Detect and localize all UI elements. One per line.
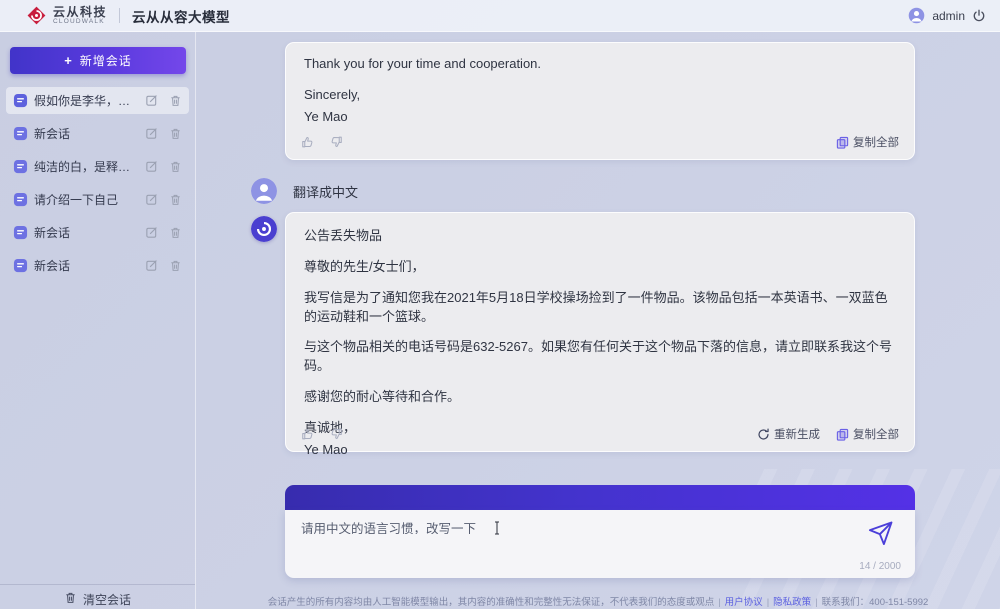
copy-all-button[interactable]: 复制全部 xyxy=(836,134,899,150)
char-counter: 14 / 2000 xyxy=(859,561,901,572)
conversation-item[interactable]: 新会话 xyxy=(6,252,189,279)
conversation-item[interactable]: 新会话 xyxy=(6,219,189,246)
send-button[interactable] xyxy=(867,519,895,547)
assistant-avatar xyxy=(251,216,277,242)
thumbs-down-icon[interactable] xyxy=(329,427,343,441)
user-avatar-icon[interactable] xyxy=(908,7,925,24)
thumbs-up-icon[interactable] xyxy=(301,427,315,441)
delete-icon[interactable] xyxy=(169,127,182,140)
footer-separator: | xyxy=(718,597,720,608)
conversation-item[interactable]: 假如你是李华，你是一... xyxy=(6,87,189,114)
conversation-item[interactable]: 新会话 xyxy=(6,120,189,147)
thumbs-down-icon[interactable] xyxy=(329,135,343,149)
cloudwalk-logo-icon xyxy=(26,5,47,26)
conversation-item[interactable]: 纯洁的白，是释路梨花... xyxy=(6,153,189,180)
conversation-title: 新会话 xyxy=(34,257,139,274)
terms-link[interactable]: 用户协议 xyxy=(725,597,763,608)
copy-icon xyxy=(836,428,849,441)
chat-icon xyxy=(13,225,28,240)
edit-icon[interactable] xyxy=(145,160,158,173)
brand-subtitle: CLOUDWALK xyxy=(53,19,107,26)
chat-area: Thank you for your time and cooperation.… xyxy=(196,32,1000,609)
brand-name: 云从科技 xyxy=(53,6,107,18)
copy-all-button[interactable]: 复制全部 xyxy=(836,426,899,442)
conversation-title: 假如你是李华，你是一... xyxy=(34,92,139,109)
footer-separator: | xyxy=(767,597,769,608)
copy-icon xyxy=(836,136,849,149)
thumbs-up-icon[interactable] xyxy=(301,135,315,149)
conversation-item[interactable]: 请介绍一下自己 xyxy=(6,186,189,213)
message-line: 尊敬的先生/女士们， xyxy=(304,258,896,277)
chat-icon xyxy=(13,159,28,174)
edit-icon[interactable] xyxy=(145,94,158,107)
message-line: Ye Mao xyxy=(304,108,896,127)
footer-disclaimer: 会话产生的所有内容均由人工智能模型输出，其内容的准确性和完整性无法保证，不代表我… xyxy=(268,597,715,608)
username[interactable]: admin xyxy=(932,9,965,23)
assistant-message-bubble: 公告丢失物品 尊敬的先生/女士们， 我写信是为了通知您我在2021年5月18日学… xyxy=(285,212,915,452)
message-line: Thank you for your time and cooperation. xyxy=(304,55,896,74)
brand: 云从科技 CLOUDWALK xyxy=(53,6,107,26)
clear-chats-button[interactable]: 清空会话 xyxy=(0,584,195,609)
message-line: 感谢您的耐心等待和合作。 xyxy=(304,388,896,407)
new-chat-label: 新增会话 xyxy=(80,52,132,69)
contact-info: 联系我们：400-151-5992 xyxy=(822,597,929,608)
clear-icon xyxy=(64,591,77,604)
composer: 14 / 2000 xyxy=(285,485,915,578)
copy-all-label: 复制全部 xyxy=(853,134,899,150)
regenerate-label: 重新生成 xyxy=(774,426,820,442)
composer-accent-bar xyxy=(285,485,915,510)
chat-icon xyxy=(13,258,28,273)
message-line: 我写信是为了通知您我在2021年5月18日学校操场捡到了一件物品。该物品包括一本… xyxy=(304,289,896,327)
delete-icon[interactable] xyxy=(169,259,182,272)
message-line: 公告丢失物品 xyxy=(304,227,896,246)
chat-icon xyxy=(13,192,28,207)
edit-icon[interactable] xyxy=(145,259,158,272)
edit-icon[interactable] xyxy=(145,193,158,206)
plus-icon: + xyxy=(64,54,73,67)
copy-all-label: 复制全部 xyxy=(853,426,899,442)
conversation-title: 新会话 xyxy=(34,125,139,142)
message-input[interactable] xyxy=(301,520,721,534)
page-title: 云从从容大模型 xyxy=(132,6,230,26)
edit-icon[interactable] xyxy=(145,226,158,239)
footer: 会话产生的所有内容均由人工智能模型输出，其内容的准确性和完整性无法保证，不代表我… xyxy=(196,594,1000,609)
assistant-message-bubble: Thank you for your time and cooperation.… xyxy=(285,42,915,160)
message-line: Sincerely, xyxy=(304,86,896,105)
user-avatar xyxy=(251,178,277,204)
delete-icon[interactable] xyxy=(169,226,182,239)
conversation-title: 纯洁的白，是释路梨花... xyxy=(34,158,139,175)
header-divider xyxy=(119,8,120,23)
chat-icon xyxy=(13,126,28,141)
composer-panel: 14 / 2000 xyxy=(285,510,915,578)
delete-icon[interactable] xyxy=(169,193,182,206)
conversation-title: 请介绍一下自己 xyxy=(34,191,139,208)
regenerate-button[interactable]: 重新生成 xyxy=(757,426,820,442)
send-icon xyxy=(867,519,895,547)
delete-icon[interactable] xyxy=(169,94,182,107)
clear-chats-label: 清空会话 xyxy=(83,591,131,608)
refresh-icon xyxy=(757,428,770,441)
logout-power-icon[interactable] xyxy=(972,9,986,23)
chat-icon xyxy=(13,93,28,108)
privacy-link[interactable]: 隐私政策 xyxy=(773,597,811,608)
new-chat-button[interactable]: + 新增会话 xyxy=(10,47,186,74)
app-header: 云从科技 CLOUDWALK 云从从容大模型 admin xyxy=(0,0,1000,32)
footer-separator: | xyxy=(815,597,817,608)
conversation-list: 假如你是李华，你是一... 新会话 纯洁的白，是释路梨花... xyxy=(0,87,195,279)
message-line: 与这个物品相关的电话号码是632-5267。如果您有任何关于这个物品下落的信息，… xyxy=(304,338,896,376)
user-message-row: 翻译成中文 xyxy=(285,178,915,204)
ibeam-cursor xyxy=(493,521,501,540)
sidebar: + 新增会话 假如你是李华，你是一... 新会话 xyxy=(0,32,196,609)
user-message-text: 翻译成中文 xyxy=(293,182,358,201)
edit-icon[interactable] xyxy=(145,127,158,140)
delete-icon[interactable] xyxy=(169,160,182,173)
conversation-title: 新会话 xyxy=(34,224,139,241)
